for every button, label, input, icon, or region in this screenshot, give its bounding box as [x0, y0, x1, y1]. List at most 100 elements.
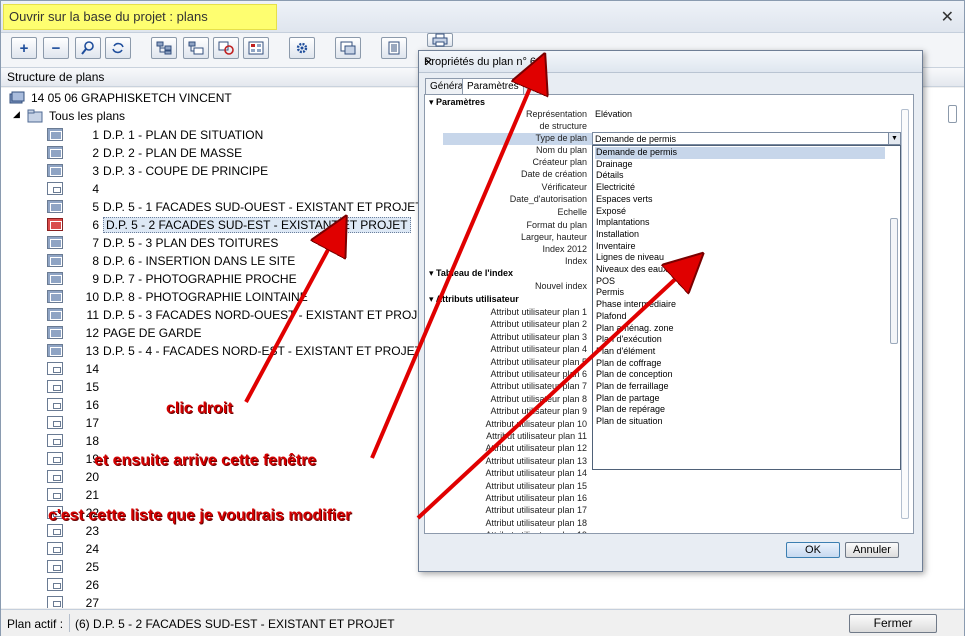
expand-arrow-icon[interactable]: ◢: [13, 109, 20, 120]
close-window-button[interactable]: ✕: [941, 7, 954, 27]
plan-number: 6: [92, 218, 99, 232]
list-button[interactable]: [381, 37, 407, 59]
field-label: Type de plan: [535, 133, 587, 143]
folder-icon: [27, 109, 43, 123]
dropdown-option[interactable]: Plan de ferraillage: [595, 381, 885, 393]
plan-row[interactable]: 10 D.P. 8 - PHOTOGRAPHIE LOINTAINE: [47, 288, 447, 306]
main-scroll-thumb[interactable]: [948, 105, 957, 123]
user-attribute-label: Attribut utilisateur plan 14: [485, 468, 587, 479]
remove-button[interactable]: −: [43, 37, 69, 59]
dropdown-option[interactable]: Plan aménag. zone: [595, 323, 885, 335]
dropdown-option[interactable]: Phase intermédiaire: [595, 299, 885, 311]
add-button[interactable]: +: [11, 37, 37, 59]
section-index[interactable]: Tableau de l'index: [429, 268, 513, 279]
plan-row[interactable]: 3 D.P. 3 - COUPE DE PRINCIPE: [47, 162, 447, 180]
close-button[interactable]: Fermer: [849, 614, 937, 633]
user-attribute-label: Attribut utilisateur plan 10: [485, 418, 587, 429]
dropdown-option[interactable]: Niveaux des eaux: [595, 264, 885, 276]
dropdown-option[interactable]: Drainage: [595, 159, 885, 171]
plan-label: D.P. 5 - 1 FACADES SUD-OUEST - EXISTANT …: [103, 200, 423, 214]
tree-list-button[interactable]: [183, 37, 209, 59]
plan-row[interactable]: 17: [47, 414, 447, 432]
dropdown-option[interactable]: Plan d'exécution: [595, 334, 885, 346]
dropdown-scrollbar[interactable]: [890, 148, 898, 467]
plan-row[interactable]: 16: [47, 396, 447, 414]
tree-header-label: Structure de plans: [7, 70, 105, 84]
dropdown-option[interactable]: Implantations: [595, 217, 885, 229]
dropdown-arrow-icon[interactable]: ▼: [888, 133, 900, 144]
plan-row[interactable]: 24: [47, 540, 447, 558]
dropdown-option[interactable]: Plan de coffrage: [595, 358, 885, 370]
panel-scrollbar[interactable]: [900, 97, 910, 532]
plan-icon: [47, 344, 63, 357]
ok-button[interactable]: OK: [786, 542, 840, 558]
window-title: Ouvrir sur la base du projet : plans: [9, 9, 208, 24]
dropdown-option[interactable]: Plan de partage: [595, 393, 885, 405]
plan-row[interactable]: 12 PAGE DE GARDE: [47, 324, 447, 342]
dropdown-option[interactable]: Lignes de niveau: [595, 252, 885, 264]
print-button[interactable]: [427, 33, 453, 47]
plan-row[interactable]: 4: [47, 180, 447, 198]
dropdown-option[interactable]: Inventaire: [595, 241, 885, 253]
section-parametres[interactable]: Paramètres: [429, 97, 485, 108]
preview-button[interactable]: [335, 37, 361, 59]
dropdown-option[interactable]: Plafond: [595, 311, 885, 323]
annotation-window-opens: et ensuite arrive cette fenêtre: [94, 452, 317, 469]
plan-row[interactable]: 18: [47, 432, 447, 450]
refresh-button[interactable]: [105, 37, 131, 59]
plan-icon: [47, 434, 63, 447]
plan-row[interactable]: 21: [47, 486, 447, 504]
annotation-list-to-modify: c'est cette liste que je voudrais modifi…: [48, 507, 352, 524]
plan-refresh-button[interactable]: [213, 37, 239, 59]
dropdown-option[interactable]: Espaces verts: [595, 194, 885, 206]
dropdown-option[interactable]: Plan de conception: [595, 369, 885, 381]
dropdown-option[interactable]: Plan d'élément: [595, 346, 885, 358]
settings-button[interactable]: [289, 37, 315, 59]
dialog-close-button[interactable]: ✕: [424, 56, 915, 69]
panel-scroll-thumb[interactable]: [901, 109, 909, 519]
dropdown-option[interactable]: Demande de permis: [595, 147, 885, 159]
plan-icon: [47, 272, 63, 285]
dropdown-option[interactable]: POS: [595, 276, 885, 288]
plan-refresh-icon: [218, 41, 234, 55]
tree-structure-button[interactable]: [151, 37, 177, 59]
plan-row[interactable]: 1 D.P. 1 - PLAN DE SITUATION: [47, 126, 447, 144]
dropdown-option[interactable]: Permis: [595, 287, 885, 299]
plan-row[interactable]: 5 D.P. 5 - 1 FACADES SUD-OUEST - EXISTANT…: [47, 198, 447, 216]
main-scrollbar[interactable]: [945, 91, 961, 606]
plan-row[interactable]: 9 D.P. 7 - PHOTOGRAPHIE PROCHE: [47, 270, 447, 288]
plan-row[interactable]: 15: [47, 378, 447, 396]
plan-row-selected[interactable]: 6 D.P. 5 - 2 FACADES SUD-EST - EXISTANT E…: [47, 216, 447, 234]
plan-icon: [47, 416, 63, 429]
dropdown-option[interactable]: Plan de repérage: [595, 404, 885, 416]
dropdown-scroll-thumb[interactable]: [890, 218, 898, 344]
list-icon: [388, 41, 400, 55]
plan-row[interactable]: 26: [47, 576, 447, 594]
plan-icon: [47, 488, 63, 501]
plan-row[interactable]: 11 D.P. 5 - 3 FACADES NORD-OUEST - EXISTA…: [47, 306, 447, 324]
plan-row[interactable]: 7 D.P. 5 - 3 PLAN DES TOITURES: [47, 234, 447, 252]
plan-row[interactable]: 8 D.P. 6 - INSERTION DANS LE SITE: [47, 252, 447, 270]
plan-row[interactable]: 27: [47, 594, 447, 608]
plan-icon: [47, 398, 63, 411]
section-user-attributes[interactable]: Attributs utilisateur: [429, 294, 519, 305]
dropdown-option[interactable]: Exposé: [595, 206, 885, 218]
plan-type-dropdown-list[interactable]: Demande de permis Drainage Détails Electric…: [592, 145, 901, 470]
refresh-icon: [111, 41, 125, 55]
tab-parametres[interactable]: Paramètres: [462, 78, 524, 95]
plan-row[interactable]: 25: [47, 558, 447, 576]
search-button[interactable]: [75, 37, 101, 59]
dropdown-option[interactable]: Détails: [595, 170, 885, 182]
plan-row[interactable]: 2 D.P. 2 - PLAN DE MASSE: [47, 144, 447, 162]
dropdown-option[interactable]: Plan de situation: [595, 416, 885, 428]
plan-row[interactable]: 14: [47, 360, 447, 378]
dropdown-option[interactable]: Installation: [595, 229, 885, 241]
plan-grid-button[interactable]: [243, 37, 269, 59]
plan-number: 20: [85, 470, 99, 484]
cancel-button[interactable]: Annuler: [845, 542, 899, 558]
settings-icon: [295, 41, 309, 55]
plan-row[interactable]: 20: [47, 468, 447, 486]
plan-type-combobox[interactable]: Demande de permis ▼: [592, 132, 901, 145]
dropdown-option[interactable]: Electricité: [595, 182, 885, 194]
plan-row[interactable]: 13 D.P. 5 - 4 - FACADES NORD-EST - EXISTA…: [47, 342, 447, 360]
